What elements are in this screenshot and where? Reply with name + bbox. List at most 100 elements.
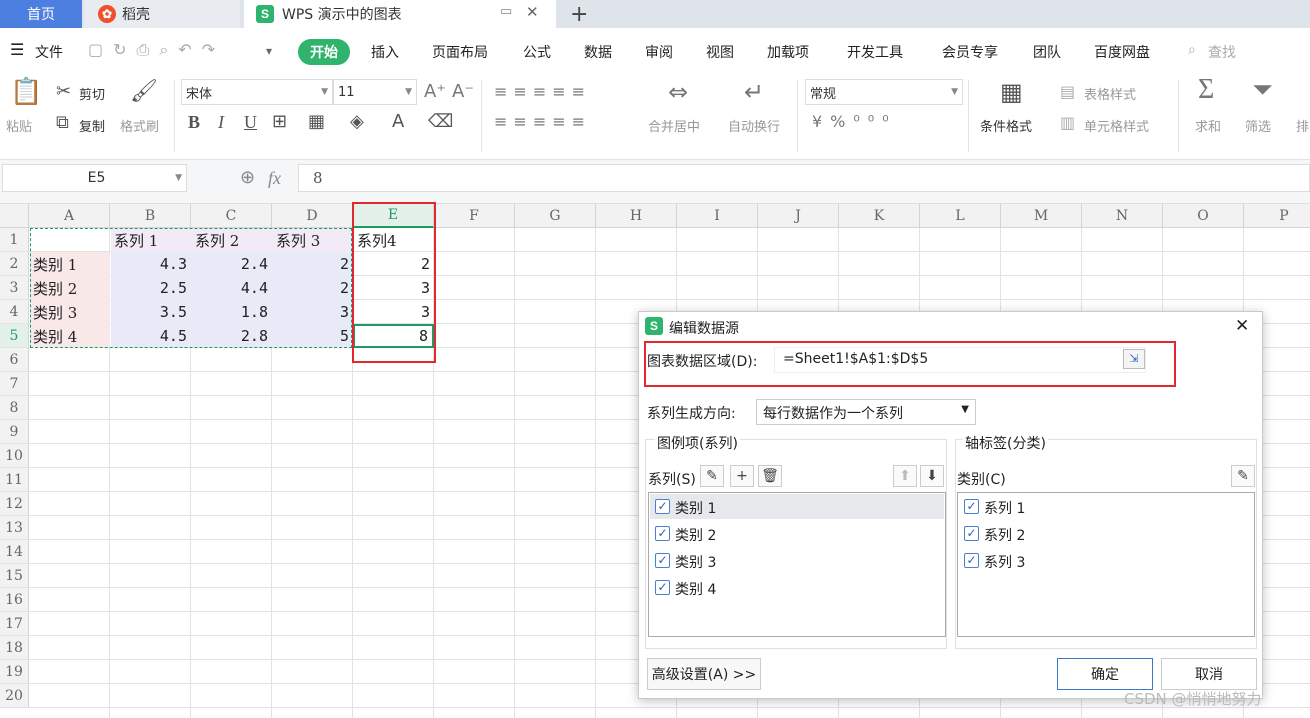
checkbox-icon[interactable]: ✓ (964, 553, 979, 568)
menu-data[interactable]: 数据 (584, 42, 612, 62)
fill-color-icon[interactable]: ◈ (350, 112, 364, 132)
axis-item-1[interactable]: ✓ 系列 1 (962, 497, 1242, 517)
font-size-select[interactable]: 11 ▼ (333, 79, 417, 105)
vertical-align-icons[interactable]: ≡≡≡≡≡ (494, 82, 591, 102)
row-header-15[interactable]: 15 (0, 564, 29, 588)
row-header-16[interactable]: 16 (0, 588, 29, 612)
quick-access-icons[interactable]: ▢↻⎙⌕↶↷ (88, 40, 225, 60)
column-header-D[interactable]: D (272, 204, 353, 228)
column-header-P[interactable]: P (1244, 204, 1310, 228)
column-header-I[interactable]: I (677, 204, 758, 228)
checkbox-icon[interactable]: ✓ (655, 553, 670, 568)
fill-pattern-icon[interactable]: ▦ (308, 112, 325, 132)
column-header-L[interactable]: L (920, 204, 1001, 228)
row-header-4[interactable]: 4 (0, 300, 29, 324)
row-header-8[interactable]: 8 (0, 396, 29, 420)
wrap-text-button[interactable]: 自动换行 (728, 116, 780, 135)
border-icon[interactable]: ⊞ (272, 112, 287, 132)
paste-icon[interactable]: 📋 (10, 79, 42, 105)
format-painter-button[interactable]: 格式刷 (120, 116, 159, 135)
row-header-11[interactable]: 11 (0, 468, 29, 492)
column-header-G[interactable]: G (515, 204, 596, 228)
row-header-1[interactable]: 1 (0, 228, 29, 252)
fx-icon[interactable]: fx (268, 168, 281, 188)
horizontal-align-icons[interactable]: ≡≡≡≡≡ (494, 112, 591, 132)
checkbox-icon[interactable]: ✓ (655, 580, 670, 595)
cell-C1[interactable]: 系列 2 (191, 228, 272, 252)
clear-format-icon[interactable]: ⌫ (428, 112, 453, 132)
legend-item-1[interactable]: ✓ 类别 1 (653, 497, 933, 517)
direction-select[interactable]: 每行数据作为一个系列 ▼ (756, 399, 976, 425)
increase-font-icon[interactable]: A⁺ (424, 82, 446, 102)
cancel-button[interactable]: 取消 (1161, 658, 1257, 690)
conditional-format-button[interactable]: 条件格式 (980, 116, 1032, 135)
menu-team[interactable]: 团队 (1033, 42, 1061, 62)
cell-style-button[interactable]: 单元格样式 (1084, 116, 1149, 135)
menu-addins[interactable]: 加载项 (767, 42, 809, 62)
menu-member[interactable]: 会员专享 (942, 42, 998, 62)
menu-formula[interactable]: 公式 (523, 42, 551, 62)
column-header-K[interactable]: K (839, 204, 920, 228)
axis-item-2[interactable]: ✓ 系列 2 (962, 524, 1242, 544)
column-header-J[interactable]: J (758, 204, 839, 228)
cell-A2[interactable]: 类别 1 (29, 252, 110, 276)
advanced-settings-button[interactable]: 高级设置(A) >> (647, 658, 761, 690)
name-box[interactable]: E5 ▼ (2, 164, 187, 192)
filter-button[interactable]: 筛选 (1245, 116, 1271, 135)
formula-input[interactable]: 8 (298, 164, 1310, 192)
menu-file[interactable]: 文件 (35, 42, 63, 62)
menu-insert[interactable]: 插入 (371, 42, 399, 62)
range-picker-icon[interactable]: ⇲ (1123, 349, 1145, 369)
cell-D2[interactable]: 2 (272, 252, 353, 276)
close-icon[interactable]: ✕ (1235, 316, 1249, 336)
legend-item-4[interactable]: ✓ 类别 4 (653, 578, 933, 598)
paste-button[interactable]: 粘贴 (6, 116, 32, 135)
copy-button[interactable]: 复制 (79, 116, 105, 135)
cell-A3[interactable]: 类别 2 (29, 276, 110, 300)
row-header-19[interactable]: 19 (0, 660, 29, 684)
legend-item-2[interactable]: ✓ 类别 2 (653, 524, 933, 544)
delete-series-button[interactable]: 🗑 (758, 465, 782, 487)
checkbox-icon[interactable]: ✓ (655, 526, 670, 541)
menu-search[interactable]: 查找 (1208, 42, 1236, 62)
tab-document[interactable]: S WPS 演示中的图表 ▭ ✕ (244, 0, 556, 28)
checkbox-icon[interactable]: ✓ (655, 499, 670, 514)
cell-C2[interactable]: 2.4 (191, 252, 272, 276)
cell-B3[interactable]: 2.5 (110, 276, 191, 300)
cut-button[interactable]: 剪切 (79, 84, 105, 103)
sort-button[interactable]: 排 (1296, 116, 1309, 135)
menu-page-layout[interactable]: 页面布局 (432, 42, 488, 62)
cell-B5[interactable]: 4.5 (110, 324, 191, 348)
hamburger-icon[interactable]: ☰ (10, 40, 24, 59)
tab-docer[interactable]: ✿ 稻壳 (84, 0, 240, 28)
move-down-button[interactable]: ⬇ (920, 465, 944, 487)
column-header-O[interactable]: O (1163, 204, 1244, 228)
ok-button[interactable]: 确定 (1057, 658, 1153, 690)
menu-view[interactable]: 视图 (706, 42, 734, 62)
tab-home[interactable]: 首页 (0, 0, 82, 28)
close-tab-icon[interactable]: ✕ (526, 3, 539, 21)
select-all-corner[interactable] (0, 204, 29, 228)
cell-B4[interactable]: 3.5 (110, 300, 191, 324)
cell-D4[interactable]: 3 (272, 300, 353, 324)
row-header-17[interactable]: 17 (0, 612, 29, 636)
italic-icon[interactable]: I (218, 112, 224, 132)
monitor-icon[interactable]: ▭ (500, 4, 512, 19)
column-header-C[interactable]: C (191, 204, 272, 228)
font-name-select[interactable]: 宋体 ▼ (181, 79, 333, 105)
menu-baidu-disk[interactable]: 百度网盘 (1094, 42, 1150, 62)
column-header-H[interactable]: H (596, 204, 677, 228)
font-color-icon[interactable]: A (392, 112, 404, 132)
bold-icon[interactable]: B (188, 112, 200, 132)
cell-A5[interactable]: 类别 4 (29, 324, 110, 348)
checkbox-icon[interactable]: ✓ (964, 499, 979, 514)
cell-B2[interactable]: 4.3 (110, 252, 191, 276)
row-header-14[interactable]: 14 (0, 540, 29, 564)
menu-developer[interactable]: 开发工具 (847, 42, 903, 62)
range-input[interactable]: =Sheet1!$A$1:$D$5 (774, 347, 1146, 373)
menu-review[interactable]: 审阅 (645, 42, 673, 62)
column-header-A[interactable]: A (29, 204, 110, 228)
row-header-9[interactable]: 9 (0, 420, 29, 444)
add-series-button[interactable]: + (730, 465, 754, 487)
cell-B1[interactable]: 系列 1 (110, 228, 191, 252)
